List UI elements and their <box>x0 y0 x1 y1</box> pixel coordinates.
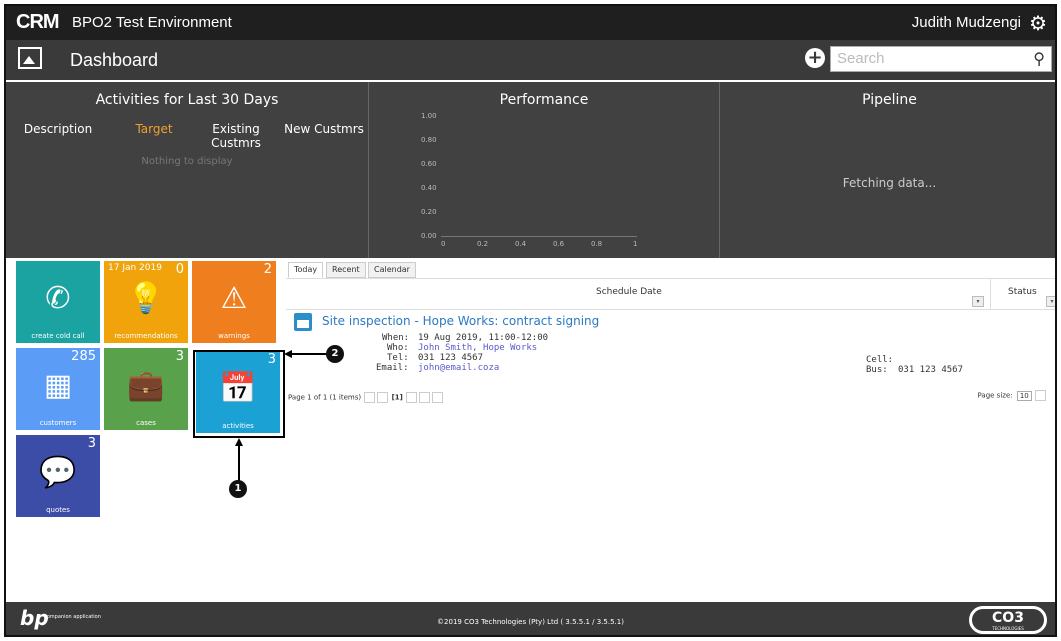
app-window: CRM BPO2 Test Environment Judith Mudzeng… <box>4 4 1057 637</box>
tel-value: 031 123 4567 <box>418 353 484 363</box>
copyright: ©2019 CO3 Technologies (Pty) Ltd ( 3.5.5… <box>437 618 624 626</box>
pager-summary: Page 1 of 1 (1 items) <box>288 393 362 402</box>
bus-label: Bus: <box>866 365 888 375</box>
email-link[interactable]: john@email.coza <box>418 363 499 373</box>
activity-title[interactable]: Site inspection - Hope Works: contract s… <box>322 314 599 328</box>
co3-logo: CO3 TECHNOLOGIES <box>969 606 1047 634</box>
co3-logo-text: CO3 <box>992 610 1024 626</box>
co3-logo-sub: TECHNOLOGIES <box>992 626 1024 631</box>
page-size-select[interactable]: 10 <box>1016 390 1032 401</box>
footer: bp companion application ©2019 CO3 Techn… <box>6 602 1055 635</box>
page-size: Page size: 10 <box>978 390 1048 401</box>
calendar-icon <box>294 313 312 331</box>
callout-badge-1: 1 <box>229 480 247 498</box>
email-label: Email: <box>376 363 409 373</box>
chevron-down-icon[interactable] <box>1035 390 1046 401</box>
grid-header: Schedule Date ▾ Status ▾ <box>286 278 1055 310</box>
header-status[interactable]: Status <box>1008 287 1037 297</box>
tab-today[interactable]: Today <box>288 262 324 278</box>
when-label: When: <box>382 333 410 343</box>
current-page[interactable]: [1] <box>392 394 403 402</box>
last-page-button[interactable] <box>419 392 431 403</box>
who-link[interactable]: John Smith, Hope Works <box>418 343 537 353</box>
filter-icon[interactable]: ▾ <box>972 296 984 307</box>
tab-recent[interactable]: Recent <box>326 262 366 278</box>
first-page-button[interactable] <box>364 392 376 403</box>
pager: Page 1 of 1 (1 items) [1] <box>288 392 444 403</box>
tab-calendar[interactable]: Calendar <box>368 262 416 278</box>
who-label: Who: <box>387 343 409 353</box>
bus-value: 031 123 4567 <box>898 365 964 375</box>
filter-icon[interactable]: ▾ <box>1046 296 1055 307</box>
all-pages-button[interactable] <box>432 392 444 403</box>
tel-label: Tel: <box>387 353 409 363</box>
prev-page-button[interactable] <box>377 392 389 403</box>
table-row[interactable]: Site inspection - Hope Works: contract s… <box>286 311 1055 383</box>
column-divider <box>990 279 991 309</box>
page-size-label: Page size: <box>977 391 1013 400</box>
cell-label: Cell: <box>866 355 894 365</box>
next-page-button[interactable] <box>406 392 418 403</box>
header-schedule-date[interactable]: Schedule Date <box>596 287 662 297</box>
arrow-head <box>235 438 243 446</box>
when-value: 19 Aug 2019, 11:00-12:00 <box>418 333 549 343</box>
